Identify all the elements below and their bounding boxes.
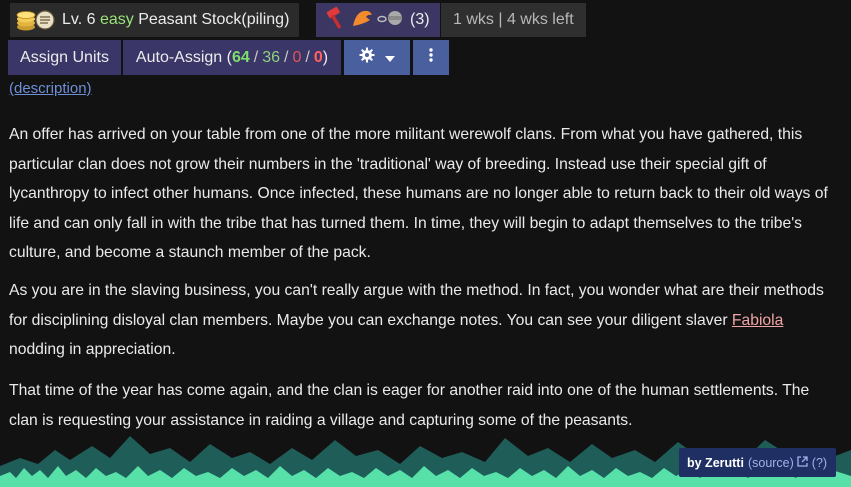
quest-roles[interactable]: (3): [316, 3, 440, 37]
description-link[interactable]: (description): [9, 80, 92, 97]
author-name: by Zerutti: [687, 455, 744, 470]
assign-units-button[interactable]: Assign Units: [8, 40, 121, 75]
more-options-button[interactable]: [413, 40, 449, 75]
auto-assign-count-4: 0: [313, 48, 323, 66]
description-paragraph-1: An offer has arrived on your table from …: [9, 126, 828, 261]
separator: /: [284, 48, 289, 66]
chain-icon: [376, 6, 404, 35]
assign-units-label: Assign Units: [20, 48, 109, 66]
auto-assign-button[interactable]: Auto-Assign (64/36/0/0): [123, 40, 341, 75]
auto-assign-count-1: 64: [231, 48, 250, 66]
auto-assign-count-3: 0: [292, 48, 302, 66]
auto-assign-count-2: 36: [262, 48, 281, 66]
settings-dropdown-button[interactable]: [344, 40, 410, 75]
description-paragraph-2: As you are in the slaving business, you …: [9, 276, 839, 365]
quest-title-bar: Lv. 6 easy Peasant Stock(piling): [10, 3, 300, 37]
quest-level: Lv. 6: [62, 11, 96, 28]
quest-title: Peasant Stock(piling): [138, 11, 290, 28]
difficulty-label: easy: [99, 11, 134, 28]
caret-down-icon: [385, 49, 395, 67]
separator: /: [305, 48, 310, 66]
muscle-icon: [350, 6, 376, 35]
roles-count: (3): [410, 11, 430, 28]
vertical-ellipsis-icon: [429, 48, 433, 67]
paragraph-text: As you are in the slaving business, you …: [9, 282, 824, 329]
external-link-icon[interactable]: [797, 455, 808, 470]
hammer-icon: [324, 6, 350, 35]
slaver-name-link[interactable]: Fabiola: [732, 312, 783, 329]
gear-icon: [359, 47, 375, 68]
description-paragraph-3: That time of the year has come again, an…: [9, 382, 810, 429]
quest-duration: 1 wks | 4 wks left: [441, 3, 586, 37]
separator: /: [253, 48, 259, 66]
help-link[interactable]: (?): [812, 456, 827, 470]
weeks-text: 1 wks | 4 wks left: [453, 11, 574, 28]
auto-assign-label: Auto-Assign (: [135, 48, 232, 66]
author-credit-badge: by Zerutti (source) (?): [679, 448, 836, 477]
paragraph-text: nodding in appreciation.: [9, 341, 176, 358]
source-link[interactable]: (source): [748, 456, 794, 470]
close-paren: ): [322, 48, 329, 66]
coins-icon: [16, 7, 56, 33]
